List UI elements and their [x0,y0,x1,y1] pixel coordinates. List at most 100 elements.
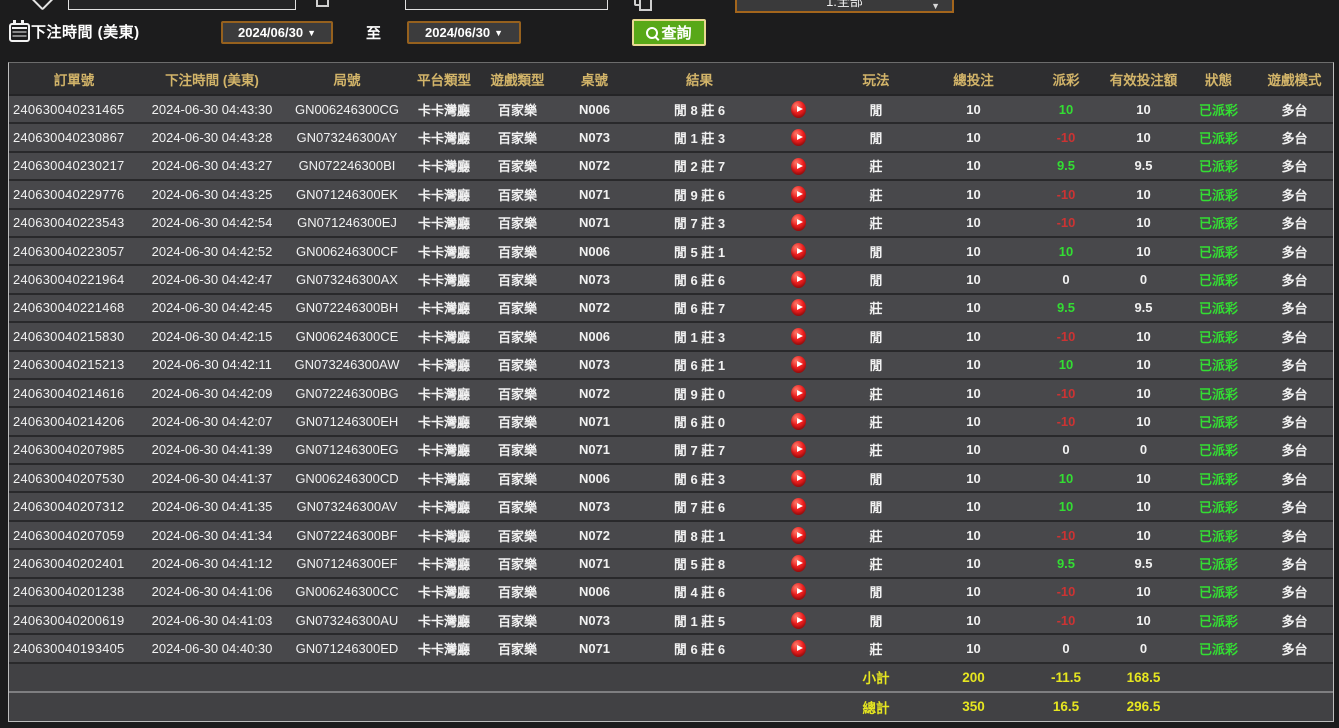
status-badge: 已派彩 [1181,152,1256,180]
date-from-select[interactable]: 2024/06/30 ▼ [221,21,333,44]
video-play-icon[interactable] [791,129,806,146]
result-filter-select[interactable]: 1.全部 ▼ [735,0,954,13]
order-number: 240630040207312 [9,492,139,520]
order-number: 240630040207059 [9,521,139,549]
game-mode: 多台 [1256,237,1333,265]
valid-bet: 0 [1106,436,1181,464]
date-from-value: 2024/06/30 [238,25,303,40]
status-badge: 已派彩 [1181,407,1256,435]
video-play-icon[interactable] [791,299,806,316]
table-row: 2406300402302172024-06-30 04:43:27GN0722… [9,152,1333,180]
filter-input-1[interactable] [68,0,296,10]
result: 閒 1 莊 3 [633,123,766,151]
play-triangle-icon [797,532,803,538]
valid-bet: 10 [1106,464,1181,492]
bet-time: 2024-06-30 04:42:54 [139,209,285,237]
video-play-icon[interactable] [791,385,806,402]
game-mode: 多台 [1256,464,1333,492]
valid-bet: 10 [1106,95,1181,123]
round-number: GN073246300AX [285,265,409,293]
filter-row-date: 下注時間 (美東) 2024/06/30 ▼ 至 2024/06/30 ▼ 查詢 [0,14,1339,62]
bet-time: 2024-06-30 04:42:47 [139,265,285,293]
result: 閒 7 莊 6 [633,492,766,520]
checkbox-icon[interactable] [316,0,329,7]
subtotal-valid-bet: 168.5 [1106,663,1181,692]
video-play-icon[interactable] [791,612,806,629]
search-button-label: 查詢 [661,22,691,43]
order-number: 240630040200619 [9,606,139,634]
platform-type: 卡卡灣廳 [409,379,479,407]
video-play-icon[interactable] [791,527,806,544]
table-number: N073 [556,265,633,293]
play-triangle-icon [797,645,803,651]
payout: 0 [1026,436,1106,464]
table-row: 2406300402235432024-06-30 04:42:54GN0712… [9,209,1333,237]
video-play-icon[interactable] [791,101,806,118]
result: 閒 8 莊 1 [633,521,766,549]
result: 閒 1 莊 5 [633,606,766,634]
table-row: 2406300402073122024-06-30 04:41:35GN0732… [9,492,1333,520]
filter-row-top: 1.全部 ▼ [0,0,1339,14]
bet-time: 2024-06-30 04:43:27 [139,152,285,180]
video-play-icon[interactable] [791,243,806,260]
video-play-icon[interactable] [791,158,806,175]
video-play-icon[interactable] [791,583,806,600]
video-play-icon[interactable] [791,214,806,231]
table-number: N006 [556,95,633,123]
video-play-icon[interactable] [791,555,806,572]
platform-type: 卡卡灣廳 [409,606,479,634]
bet-time: 2024-06-30 04:41:06 [139,578,285,606]
total-bet: 10 [921,152,1026,180]
platform-type: 卡卡灣廳 [409,634,479,662]
bet-side: 閒 [831,95,921,123]
table-row: 2406300402075302024-06-30 04:41:37GN0062… [9,464,1333,492]
video-play-icon[interactable] [791,640,806,657]
calendar-icon [9,23,30,42]
table-number: N071 [556,436,633,464]
bet-side: 閒 [831,123,921,151]
bet-time: 2024-06-30 04:42:09 [139,379,285,407]
filter-input-2[interactable] [405,0,608,10]
table-row: 2406300402146162024-06-30 04:42:09GN0722… [9,379,1333,407]
order-number: 240630040223057 [9,237,139,265]
total-row: 總計 350 16.5 296.5 [9,692,1333,721]
video-play-icon[interactable] [791,356,806,373]
round-number: GN072246300BF [285,521,409,549]
order-number: 240630040215830 [9,322,139,350]
total-bet: 10 [921,578,1026,606]
video-play-icon[interactable] [791,328,806,345]
round-number: GN071246300EJ [285,209,409,237]
bet-side: 閒 [831,464,921,492]
video-play-icon[interactable] [791,470,806,487]
bet-side: 閒 [831,492,921,520]
round-number: GN006246300CF [285,237,409,265]
video-cell [766,521,831,549]
table-row: 2406300402314652024-06-30 04:43:30GN0062… [9,95,1333,123]
video-play-icon[interactable] [791,271,806,288]
play-triangle-icon [797,617,803,623]
date-to-select[interactable]: 2024/06/30 ▼ [407,21,521,44]
search-button[interactable]: 查詢 [632,19,706,46]
order-number: 240630040214616 [9,379,139,407]
game-mode: 多台 [1256,209,1333,237]
video-play-icon[interactable] [791,186,806,203]
video-play-icon[interactable] [791,413,806,430]
play-triangle-icon [797,418,803,424]
column-header-result: 結果 [633,63,766,95]
game-mode: 多台 [1256,152,1333,180]
game-mode: 多台 [1256,123,1333,151]
valid-bet: 0 [1106,634,1181,662]
total-bet: 10 [921,492,1026,520]
platform-type: 卡卡灣廳 [409,237,479,265]
video-play-icon[interactable] [791,441,806,458]
table-row: 2406300402079852024-06-30 04:41:39GN0712… [9,436,1333,464]
cropped-filter-label [656,0,726,12]
total-spacer [1256,692,1333,721]
video-cell [766,407,831,435]
bet-time: 2024-06-30 04:41:34 [139,521,285,549]
table-row: 2406300402297762024-06-30 04:43:25GN0712… [9,180,1333,208]
total-bet: 10 [921,180,1026,208]
platform-type: 卡卡灣廳 [409,521,479,549]
platform-type: 卡卡灣廳 [409,265,479,293]
video-play-icon[interactable] [791,498,806,515]
